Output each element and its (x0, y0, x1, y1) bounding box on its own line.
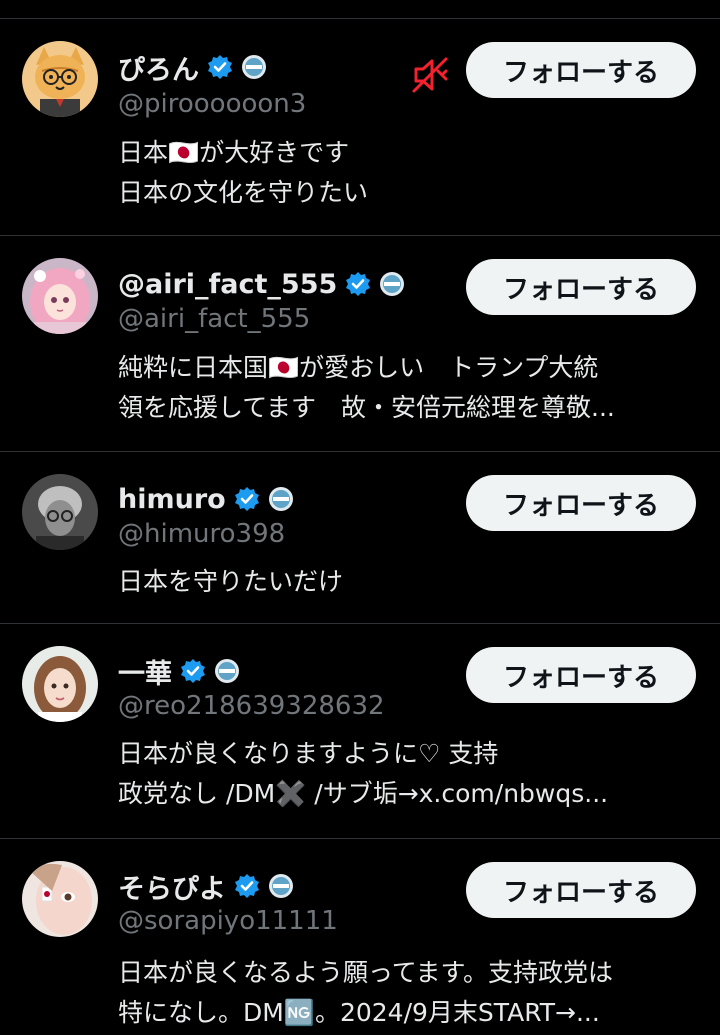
user-row-airi-fact[interactable]: @airi_fact_555 フォローする @airi_fact_555 純粋に… (0, 236, 720, 452)
name-line: himuro (118, 481, 294, 517)
avatar-girl[interactable] (22, 861, 98, 937)
display-name[interactable]: そらぴよ (118, 867, 226, 906)
avatar-anime-girl[interactable] (22, 258, 98, 334)
verified-badge-icon (234, 873, 260, 899)
circle-badge-icon (241, 54, 267, 80)
handle: @piroooooon3 (118, 89, 307, 119)
bio: 日本が良くなるよう願ってます。支持政党は 特になし。DM🆖。2024/9月末ST… (118, 953, 703, 1033)
name-line: 一華 (118, 652, 240, 691)
verified-badge-icon (207, 54, 233, 80)
bio-line: 日本が良くなるよう願ってます。支持政党は (118, 958, 614, 987)
bio-line: 日本が良くなりますように♡ 支持 (118, 739, 499, 768)
user-row-ichika[interactable]: 一華 フォローする @reo218639328632 日本が良くなりますように♡… (0, 624, 720, 839)
handle: @sorapiyo11111 (118, 906, 338, 936)
bio-line: 政党なし /DM✖️ /サブ垢→x.com/nbwqs... (118, 779, 609, 808)
mute-speaker-icon[interactable] (408, 53, 452, 97)
bio-line: 領を応援してます 故・安倍元総理を尊敬... (118, 393, 615, 422)
user-row-himuro[interactable]: himuro フォローする @himuro398 日本を守りたいだけ (0, 452, 720, 624)
avatar-woman[interactable] (22, 646, 98, 722)
circle-badge-icon (268, 486, 294, 512)
display-name[interactable]: 一華 (118, 652, 172, 691)
handle: @himuro398 (118, 519, 286, 549)
bio-line: 日本🇯🇵が大好きです (118, 138, 350, 167)
verified-badge-icon (345, 271, 371, 297)
handle: @airi_fact_555 (118, 304, 311, 334)
bio: 純粋に日本国🇯🇵が愛おしい トランプ大統 領を応援してます 故・安倍元総理を尊敬… (118, 348, 703, 428)
avatar-cat[interactable] (22, 41, 98, 117)
display-name[interactable]: @airi_fact_555 (118, 269, 337, 300)
bio-line: 日本を守りたいだけ (118, 567, 344, 596)
follow-button[interactable]: フォローする (466, 42, 696, 98)
display-name[interactable]: himuro (118, 484, 226, 515)
user-row-pirooon[interactable]: ぴろん フォローする @piroooooon3 日本🇯🇵が大好きです 日本の文化… (0, 19, 720, 236)
verified-badge-icon (234, 486, 260, 512)
display-name[interactable]: ぴろん (118, 48, 199, 87)
bio-line: 日本の文化を守りたい (118, 178, 369, 207)
bio: 日本🇯🇵が大好きです 日本の文化を守りたい (118, 133, 703, 213)
circle-badge-icon (379, 271, 405, 297)
bio: 日本を守りたいだけ (118, 562, 703, 602)
name-line: ぴろん (118, 48, 267, 87)
handle: @reo218639328632 (118, 691, 385, 721)
name-line: そらぴよ (118, 867, 294, 906)
circle-badge-icon (214, 658, 240, 684)
circle-badge-icon (268, 873, 294, 899)
follow-button[interactable]: フォローする (466, 475, 696, 531)
user-row-sorapiyo[interactable]: そらぴよ フォローする @sorapiyo11111 日本が良くなるよう願ってま… (0, 839, 720, 1035)
bio: 日本が良くなりますように♡ 支持 政党なし /DM✖️ /サブ垢→x.com/n… (118, 734, 703, 814)
avatar-man[interactable] (22, 474, 98, 550)
bio-line: 純粋に日本国🇯🇵が愛おしい トランプ大統 (118, 353, 599, 382)
follow-button[interactable]: フォローする (466, 259, 696, 315)
verified-badge-icon (180, 658, 206, 684)
bio-line: 特になし。DM🆖。2024/9月末START→... (118, 998, 600, 1027)
follow-button[interactable]: フォローする (466, 862, 696, 918)
name-line: @airi_fact_555 (118, 266, 405, 302)
who-to-follow-list: ぴろん フォローする @piroooooon3 日本🇯🇵が大好きです 日本の文化… (0, 0, 720, 1035)
follow-button[interactable]: フォローする (466, 647, 696, 703)
